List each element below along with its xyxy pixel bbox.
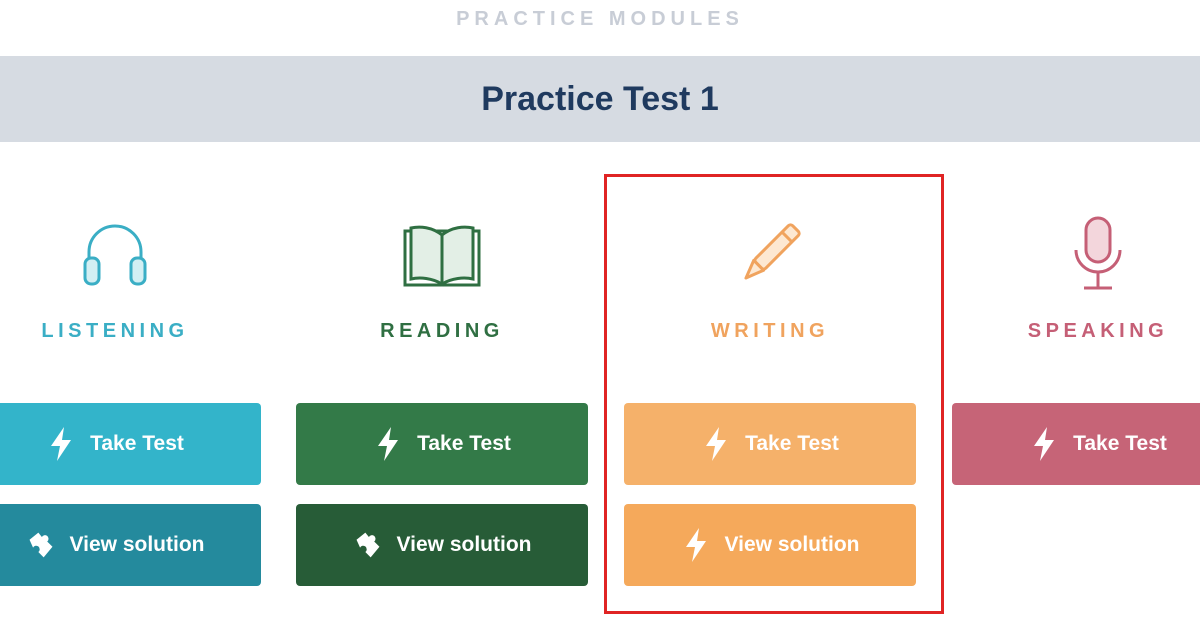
- lightning-icon: [681, 528, 711, 562]
- take-test-button[interactable]: Take Test: [296, 403, 588, 485]
- view-solution-button[interactable]: View solution: [0, 504, 261, 586]
- practice-page: PRACTICE MODULES Practice Test 1 LISTENI…: [0, 0, 1200, 630]
- take-test-label: Take Test: [745, 432, 839, 455]
- view-solution-label: View solution: [724, 533, 860, 556]
- headphones-icon: [75, 214, 155, 294]
- lightning-icon: [701, 427, 731, 461]
- lightning-icon: [1029, 427, 1059, 461]
- page-title: Practice Test 1: [481, 79, 719, 118]
- take-test-label: Take Test: [1073, 432, 1167, 455]
- view-solution-label: View solution: [69, 533, 205, 556]
- take-test-label: Take Test: [90, 432, 184, 455]
- section-label: PRACTICE MODULES: [456, 8, 744, 30]
- lightning-icon: [46, 427, 76, 461]
- module-title: WRITING: [710, 320, 830, 342]
- view-solution-button[interactable]: View solution: [624, 504, 916, 586]
- take-test-label: Take Test: [417, 432, 511, 455]
- pencil-icon: [730, 214, 810, 294]
- microphone-icon: [1058, 214, 1138, 294]
- lightning-icon: [373, 427, 403, 461]
- open-book-icon: [402, 214, 482, 294]
- view-solution-label: View solution: [396, 533, 532, 556]
- module-title: READING: [380, 320, 504, 342]
- module-title: LISTENING: [41, 320, 189, 342]
- puzzle-icon: [353, 528, 383, 562]
- take-test-button[interactable]: Take Test: [624, 403, 916, 485]
- take-test-button[interactable]: Take Test: [952, 403, 1200, 485]
- puzzle-icon: [26, 528, 56, 562]
- test-banner: Practice Test 1: [0, 56, 1200, 142]
- take-test-button[interactable]: Take Test: [0, 403, 261, 485]
- module-title: SPEAKING: [1027, 320, 1169, 342]
- view-solution-button[interactable]: View solution: [296, 504, 588, 586]
